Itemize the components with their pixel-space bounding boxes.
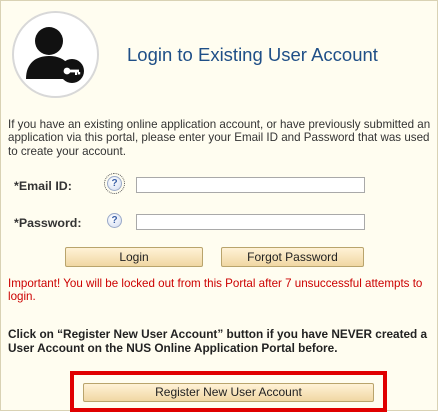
login-button[interactable]: Login [65,247,203,267]
register-note: Click on “Register New User Account” but… [8,327,428,355]
password-field[interactable] [136,214,365,230]
password-help-icon[interactable]: ? [107,213,122,228]
login-header: Login to Existing User Account [2,2,438,112]
login-panel: Login to Existing User Account If you ha… [0,0,438,412]
register-highlight-box: Register New User Account [70,371,387,412]
page-title: Login to Existing User Account [127,44,378,65]
intro-text: If you have an existing online applicati… [8,118,431,158]
email-help-icon[interactable]: ? [104,173,125,194]
lockout-warning: Important! You will be locked out from t… [8,277,423,304]
forgot-password-button[interactable]: Forgot Password [221,247,364,267]
register-new-user-button[interactable]: Register New User Account [83,383,374,402]
email-label: *Email ID: [14,179,72,193]
user-key-icon [12,11,99,98]
email-field[interactable] [136,177,365,193]
password-label: *Password: [14,216,82,230]
